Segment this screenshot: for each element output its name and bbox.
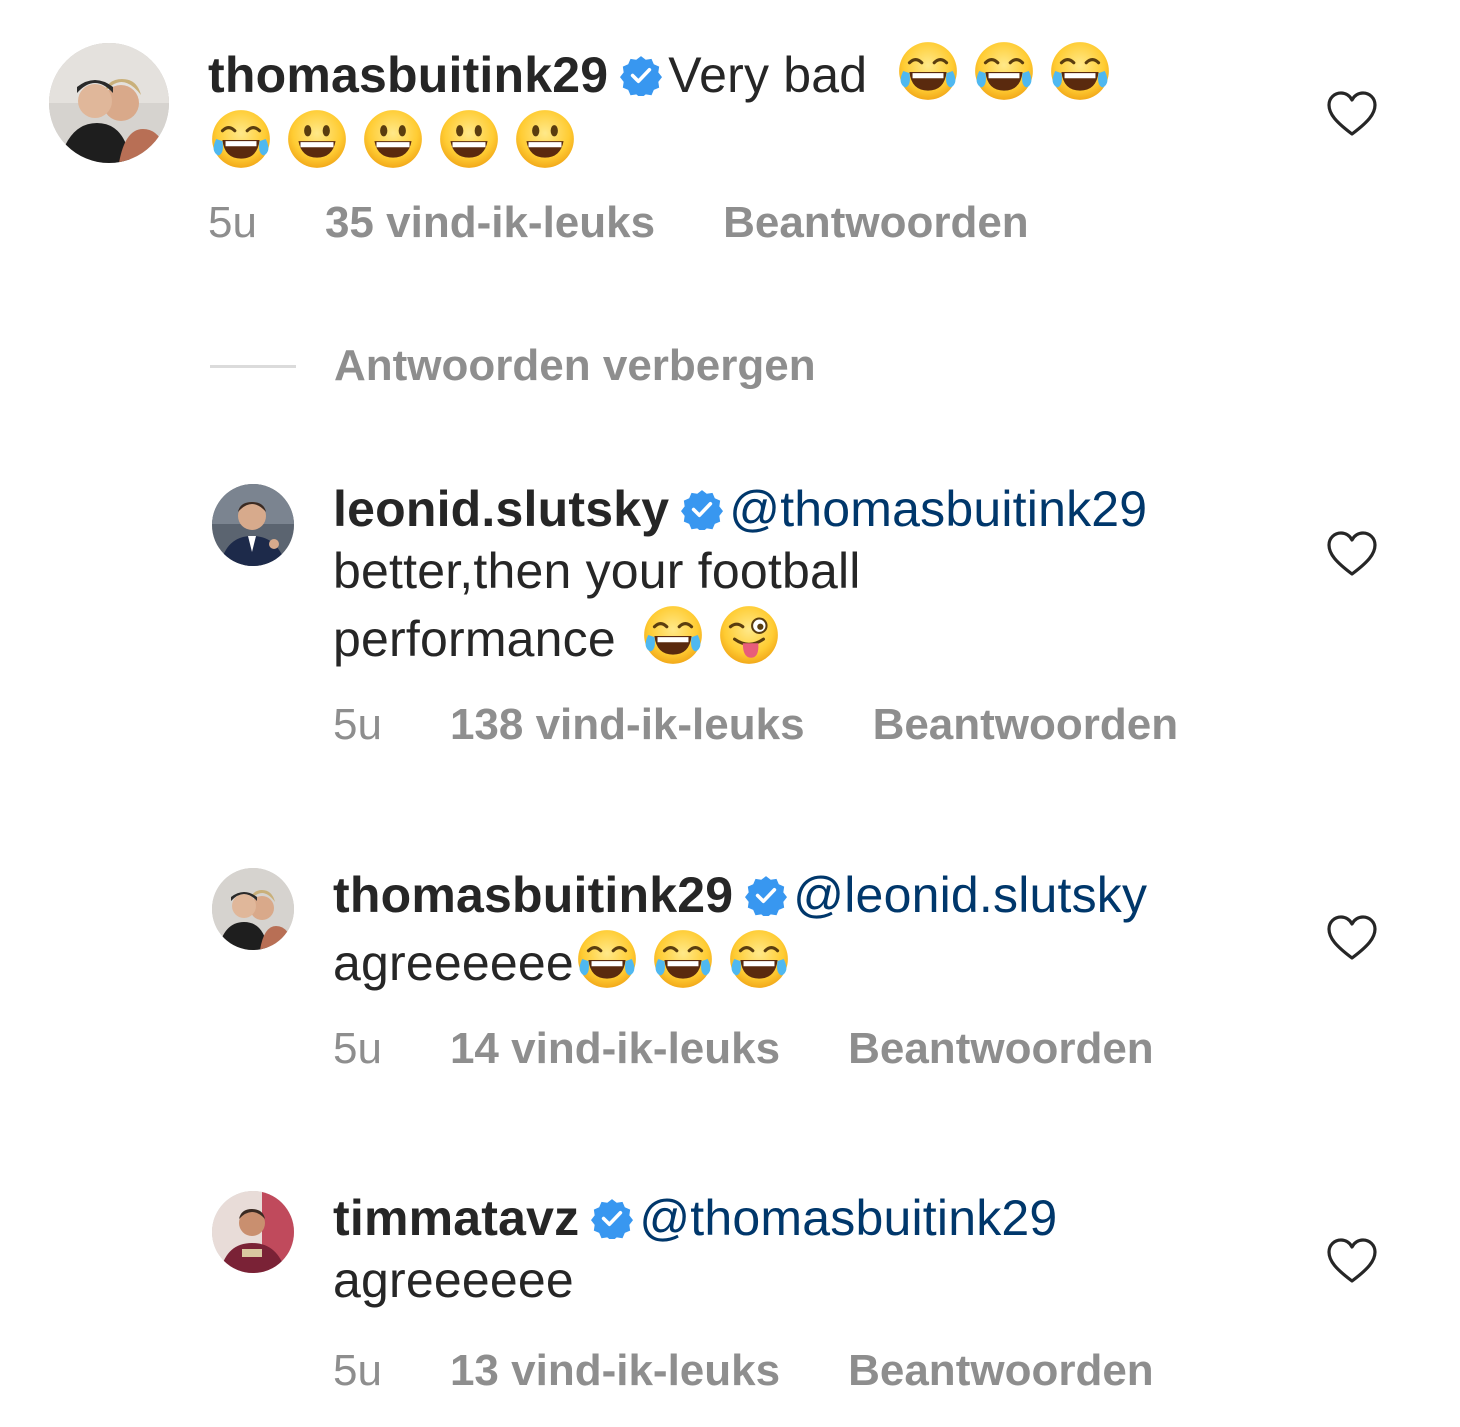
reply-body: thomasbuitink29 @leonid.slutsky agreeeeee xyxy=(333,864,1293,994)
hide-replies-toggle[interactable]: Antwoorden verbergen xyxy=(210,338,816,394)
reply-likes[interactable]: 14 vind-ik-leuks xyxy=(450,1024,780,1073)
hide-replies-label: Antwoorden verbergen xyxy=(334,341,816,390)
reply-username[interactable]: timmatavz xyxy=(333,1190,579,1246)
face-with-tears-of-joy-icon xyxy=(574,926,640,992)
face-with-tears-of-joy-icon xyxy=(971,38,1037,104)
emoji-group xyxy=(208,115,588,171)
reply-button[interactable]: Beantwoorden xyxy=(848,1346,1154,1395)
winking-face-with-tongue-icon xyxy=(716,602,782,668)
comment-time: 5u xyxy=(208,198,257,247)
face-with-tears-of-joy-icon xyxy=(895,38,961,104)
verified-badge-icon xyxy=(681,488,723,530)
reply-likes[interactable]: 13 vind-ik-leuks xyxy=(450,1346,780,1395)
comment-main: thomasbuitink29 Very bad 5u 35 vind-ik-leu… xyxy=(0,0,1460,280)
face-with-tears-of-joy-icon xyxy=(1047,38,1113,104)
heart-outline-icon[interactable] xyxy=(1326,914,1378,962)
comment-username[interactable]: thomasbuitink29 xyxy=(208,47,608,103)
comment-text: Very bad xyxy=(668,47,868,103)
emoji-group xyxy=(640,611,792,667)
verified-badge-icon xyxy=(745,874,787,916)
grinning-face-icon xyxy=(284,106,350,172)
avatar[interactable] xyxy=(212,484,294,566)
verified-badge-icon xyxy=(620,54,662,96)
heart-outline-icon[interactable] xyxy=(1326,530,1378,578)
comment-meta: 5u 35 vind-ik-leuks Beantwoorden xyxy=(208,198,1029,248)
avatar[interactable] xyxy=(49,43,169,163)
reply-body: leonid.slutsky @thomasbuitink29 better,th… xyxy=(333,478,1293,670)
reply-button[interactable]: Beantwoorden xyxy=(723,198,1029,247)
reply-time: 5u xyxy=(333,700,382,749)
reply-text: agreeeeee xyxy=(333,935,574,991)
grinning-face-icon xyxy=(360,106,426,172)
avatar[interactable] xyxy=(212,1191,294,1273)
comment-body: thomasbuitink29 Very bad xyxy=(208,38,1288,174)
face-with-tears-of-joy-icon xyxy=(650,926,716,992)
face-with-tears-of-joy-icon xyxy=(208,106,274,172)
face-with-tears-of-joy-icon xyxy=(640,602,706,668)
reply-body: timmatavz @thomasbuitink29 agreeeeee xyxy=(333,1187,1293,1311)
mention-link[interactable]: @leonid.slutsky xyxy=(793,867,1147,923)
comment-likes[interactable]: 35 vind-ik-leuks xyxy=(325,198,655,247)
grinning-face-icon xyxy=(512,106,578,172)
reply-meta: 5u 13 vind-ik-leuks Beantwoorden xyxy=(333,1346,1154,1396)
avatar[interactable] xyxy=(212,868,294,950)
verified-badge-icon xyxy=(591,1197,633,1239)
emoji-group xyxy=(574,935,802,991)
heart-outline-icon[interactable] xyxy=(1326,1237,1378,1285)
reply-button[interactable]: Beantwoorden xyxy=(873,700,1179,749)
grinning-face-icon xyxy=(436,106,502,172)
reply-text: agreeeeee xyxy=(333,1252,574,1308)
reply-time: 5u xyxy=(333,1346,382,1395)
reply-text: better,then your football xyxy=(333,543,861,599)
divider-line xyxy=(210,364,296,368)
mention-link[interactable]: @thomasbuitink29 xyxy=(639,1190,1057,1246)
reply-meta: 5u 138 vind-ik-leuks Beantwoorden xyxy=(333,700,1178,750)
reply-button[interactable]: Beantwoorden xyxy=(848,1024,1154,1073)
mention-link[interactable]: @thomasbuitink29 xyxy=(729,481,1147,537)
reply-meta: 5u 14 vind-ik-leuks Beantwoorden xyxy=(333,1024,1154,1074)
reply-username[interactable]: thomasbuitink29 xyxy=(333,867,733,923)
reply-text: performance xyxy=(333,611,616,667)
face-with-tears-of-joy-icon xyxy=(726,926,792,992)
emoji-group xyxy=(895,47,1123,103)
reply-likes[interactable]: 138 vind-ik-leuks xyxy=(450,700,805,749)
reply-username[interactable]: leonid.slutsky xyxy=(333,481,669,537)
reply-time: 5u xyxy=(333,1024,382,1073)
heart-outline-icon[interactable] xyxy=(1326,90,1378,138)
